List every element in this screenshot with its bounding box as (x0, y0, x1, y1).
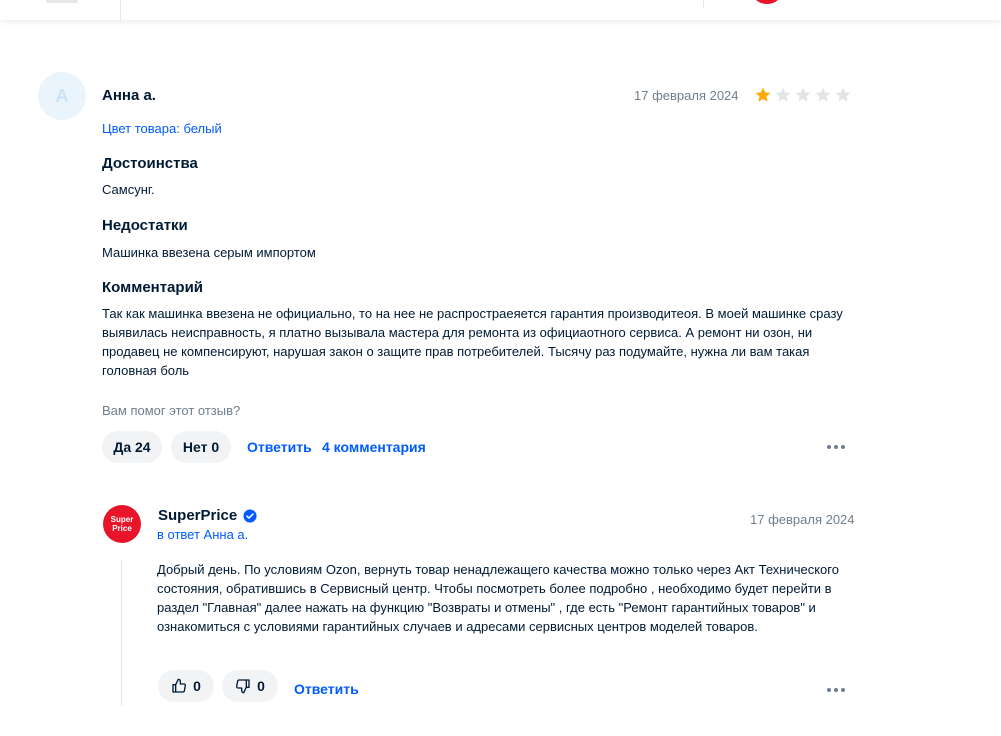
dislike-button[interactable]: 0 (222, 670, 278, 702)
seller-logo-text: Super (110, 515, 134, 524)
reply-button[interactable]: Ответить (247, 439, 312, 455)
helpful-yes-label: Да 24 (113, 439, 151, 455)
header-logo (750, 0, 784, 4)
reply-to-link[interactable]: в ответ Анна а. (157, 527, 248, 542)
review-date: 17 февраля 2024 (634, 88, 739, 103)
answer-date: 17 февраля 2024 (750, 512, 855, 527)
thumbs-up-icon (172, 678, 187, 693)
comments-link[interactable]: 4 комментария (322, 439, 426, 455)
answer-reply-button[interactable]: Ответить (294, 681, 359, 697)
seller-name[interactable]: SuperPrice (158, 507, 257, 524)
comment-text: Так как машинка ввезена не официально, т… (102, 306, 843, 378)
header-thumbnail (46, 0, 78, 3)
review-author[interactable]: Анна а. (102, 87, 156, 104)
pros-text: Самсунг. (102, 182, 155, 197)
more-dot (827, 445, 831, 449)
seller-name-label: SuperPrice (158, 507, 238, 524)
star-empty-icon (815, 87, 831, 102)
dislike-count: 0 (257, 678, 265, 694)
cons-text: Машинка ввезена серым импортом (102, 245, 316, 260)
star-empty-icon (795, 87, 811, 102)
answer-more-button[interactable] (827, 686, 849, 694)
thread-line (121, 560, 122, 706)
helpful-yes-button[interactable]: Да 24 (102, 431, 162, 463)
like-button[interactable]: 0 (158, 670, 214, 702)
answer-text: Добрый день. По условиям Ozon, вернуть т… (157, 562, 839, 634)
comment-heading: Комментарий (102, 279, 204, 296)
review-more-button[interactable] (827, 443, 849, 451)
page-header (0, 0, 1001, 20)
verified-badge-icon (243, 508, 257, 523)
helpful-no-button[interactable]: Нет 0 (171, 431, 231, 463)
avatar: A (38, 72, 86, 120)
more-dot (841, 688, 845, 692)
more-dot (827, 688, 831, 692)
cons-heading: Недостатки (102, 217, 188, 234)
header-divider (120, 0, 121, 20)
more-dot (834, 445, 838, 449)
helpful-question: Вам помог этот отзыв? (102, 403, 241, 418)
avatar-letter: A (55, 85, 69, 106)
header-divider (703, 0, 704, 8)
seller-logo[interactable]: Super Price (103, 505, 141, 543)
helpful-no-label: Нет 0 (182, 439, 220, 455)
pros-heading: Достоинства (102, 155, 198, 172)
seller-logo-text: Price (112, 524, 132, 533)
star-empty-icon (775, 87, 791, 102)
rating-stars (754, 86, 852, 104)
product-color-link[interactable]: Цвет товара: белый (102, 121, 222, 136)
star-empty-icon (835, 87, 851, 102)
like-count: 0 (193, 678, 201, 694)
thumbs-down-icon (236, 679, 250, 694)
more-dot (841, 445, 845, 449)
more-dot (834, 688, 838, 692)
star-filled-icon (755, 87, 771, 102)
